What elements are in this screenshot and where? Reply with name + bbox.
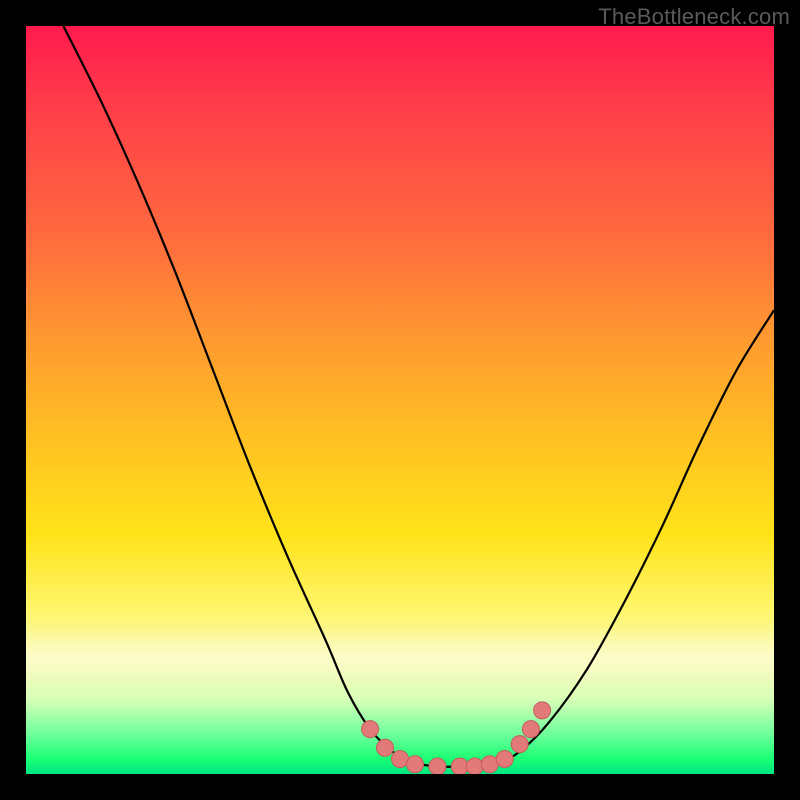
curve-marker (362, 721, 379, 738)
curve-marker (451, 758, 468, 774)
chart-frame: TheBottleneck.com (0, 0, 800, 800)
curve-marker (534, 702, 551, 719)
curve-marker (466, 758, 483, 774)
curve-marker (496, 751, 513, 768)
curve-marker (429, 758, 446, 774)
bottleneck-curve (63, 26, 774, 767)
curve-marker (392, 751, 409, 768)
curve-markers (362, 702, 551, 774)
bottleneck-curve-svg (26, 26, 774, 774)
curve-marker (522, 721, 539, 738)
curve-marker (407, 756, 424, 773)
curve-marker (511, 736, 528, 753)
watermark-text: TheBottleneck.com (598, 4, 790, 30)
curve-marker (377, 739, 394, 756)
plot-area (26, 26, 774, 774)
